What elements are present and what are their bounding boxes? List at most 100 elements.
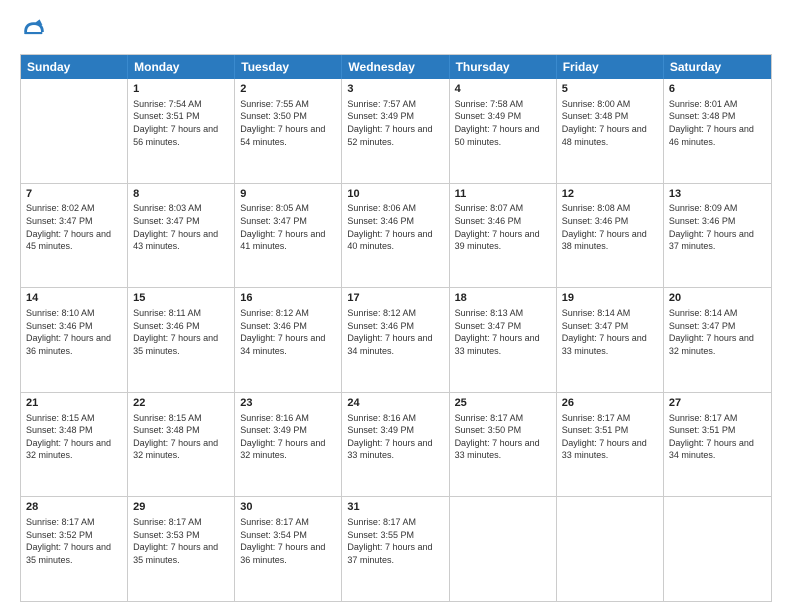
day-number: 30 — [240, 500, 336, 515]
calendar-header-cell: Friday — [557, 55, 664, 79]
cell-info: Sunrise: 8:15 AM Sunset: 3:48 PM Dayligh… — [26, 412, 122, 462]
calendar-cell: 21Sunrise: 8:15 AM Sunset: 3:48 PM Dayli… — [21, 393, 128, 497]
cell-info: Sunrise: 8:17 AM Sunset: 3:50 PM Dayligh… — [455, 412, 551, 462]
day-number: 24 — [347, 396, 443, 411]
cell-info: Sunrise: 8:01 AM Sunset: 3:48 PM Dayligh… — [669, 98, 766, 148]
cell-info: Sunrise: 8:14 AM Sunset: 3:47 PM Dayligh… — [669, 307, 766, 357]
cell-info: Sunrise: 8:16 AM Sunset: 3:49 PM Dayligh… — [347, 412, 443, 462]
day-number: 12 — [562, 187, 658, 202]
calendar-cell: 9Sunrise: 8:05 AM Sunset: 3:47 PM Daylig… — [235, 184, 342, 288]
day-number: 2 — [240, 82, 336, 97]
cell-info: Sunrise: 8:17 AM Sunset: 3:51 PM Dayligh… — [562, 412, 658, 462]
calendar-cell: 25Sunrise: 8:17 AM Sunset: 3:50 PM Dayli… — [450, 393, 557, 497]
day-number: 6 — [669, 82, 766, 97]
calendar-cell: 11Sunrise: 8:07 AM Sunset: 3:46 PM Dayli… — [450, 184, 557, 288]
day-number: 29 — [133, 500, 229, 515]
calendar-cell: 14Sunrise: 8:10 AM Sunset: 3:46 PM Dayli… — [21, 288, 128, 392]
day-number: 26 — [562, 396, 658, 411]
calendar-cell: 6Sunrise: 8:01 AM Sunset: 3:48 PM Daylig… — [664, 79, 771, 183]
day-number: 27 — [669, 396, 766, 411]
cell-info: Sunrise: 8:17 AM Sunset: 3:55 PM Dayligh… — [347, 516, 443, 566]
cell-info: Sunrise: 8:06 AM Sunset: 3:46 PM Dayligh… — [347, 202, 443, 252]
calendar-cell: 17Sunrise: 8:12 AM Sunset: 3:46 PM Dayli… — [342, 288, 449, 392]
calendar-cell: 7Sunrise: 8:02 AM Sunset: 3:47 PM Daylig… — [21, 184, 128, 288]
cell-info: Sunrise: 8:02 AM Sunset: 3:47 PM Dayligh… — [26, 202, 122, 252]
cell-info: Sunrise: 8:03 AM Sunset: 3:47 PM Dayligh… — [133, 202, 229, 252]
cell-info: Sunrise: 8:12 AM Sunset: 3:46 PM Dayligh… — [347, 307, 443, 357]
calendar-cell: 18Sunrise: 8:13 AM Sunset: 3:47 PM Dayli… — [450, 288, 557, 392]
cell-info: Sunrise: 8:14 AM Sunset: 3:47 PM Dayligh… — [562, 307, 658, 357]
calendar-cell: 20Sunrise: 8:14 AM Sunset: 3:47 PM Dayli… — [664, 288, 771, 392]
calendar-cell: 2Sunrise: 7:55 AM Sunset: 3:50 PM Daylig… — [235, 79, 342, 183]
logo — [20, 18, 52, 46]
cell-info: Sunrise: 7:58 AM Sunset: 3:49 PM Dayligh… — [455, 98, 551, 148]
calendar-body: 1Sunrise: 7:54 AM Sunset: 3:51 PM Daylig… — [21, 79, 771, 601]
day-number: 14 — [26, 291, 122, 306]
cell-info: Sunrise: 8:16 AM Sunset: 3:49 PM Dayligh… — [240, 412, 336, 462]
day-number: 3 — [347, 82, 443, 97]
day-number: 18 — [455, 291, 551, 306]
calendar-cell: 26Sunrise: 8:17 AM Sunset: 3:51 PM Dayli… — [557, 393, 664, 497]
calendar-header-cell: Sunday — [21, 55, 128, 79]
calendar-cell: 5Sunrise: 8:00 AM Sunset: 3:48 PM Daylig… — [557, 79, 664, 183]
calendar-cell: 30Sunrise: 8:17 AM Sunset: 3:54 PM Dayli… — [235, 497, 342, 601]
calendar-header-cell: Saturday — [664, 55, 771, 79]
calendar-cell: 23Sunrise: 8:16 AM Sunset: 3:49 PM Dayli… — [235, 393, 342, 497]
day-number: 5 — [562, 82, 658, 97]
day-number: 10 — [347, 187, 443, 202]
calendar-cell: 29Sunrise: 8:17 AM Sunset: 3:53 PM Dayli… — [128, 497, 235, 601]
calendar-cell: 10Sunrise: 8:06 AM Sunset: 3:46 PM Dayli… — [342, 184, 449, 288]
day-number: 1 — [133, 82, 229, 97]
cell-info: Sunrise: 7:55 AM Sunset: 3:50 PM Dayligh… — [240, 98, 336, 148]
cell-info: Sunrise: 7:54 AM Sunset: 3:51 PM Dayligh… — [133, 98, 229, 148]
cell-info: Sunrise: 8:17 AM Sunset: 3:54 PM Dayligh… — [240, 516, 336, 566]
day-number: 9 — [240, 187, 336, 202]
day-number: 23 — [240, 396, 336, 411]
day-number: 11 — [455, 187, 551, 202]
day-number: 28 — [26, 500, 122, 515]
day-number: 4 — [455, 82, 551, 97]
cell-info: Sunrise: 8:07 AM Sunset: 3:46 PM Dayligh… — [455, 202, 551, 252]
day-number: 20 — [669, 291, 766, 306]
calendar-row: 7Sunrise: 8:02 AM Sunset: 3:47 PM Daylig… — [21, 184, 771, 289]
cell-info: Sunrise: 8:17 AM Sunset: 3:53 PM Dayligh… — [133, 516, 229, 566]
cell-info: Sunrise: 8:17 AM Sunset: 3:52 PM Dayligh… — [26, 516, 122, 566]
calendar-row: 21Sunrise: 8:15 AM Sunset: 3:48 PM Dayli… — [21, 393, 771, 498]
calendar-cell — [557, 497, 664, 601]
calendar-row: 28Sunrise: 8:17 AM Sunset: 3:52 PM Dayli… — [21, 497, 771, 601]
day-number: 13 — [669, 187, 766, 202]
cell-info: Sunrise: 8:09 AM Sunset: 3:46 PM Dayligh… — [669, 202, 766, 252]
page: SundayMondayTuesdayWednesdayThursdayFrid… — [0, 0, 792, 612]
cell-info: Sunrise: 8:12 AM Sunset: 3:46 PM Dayligh… — [240, 307, 336, 357]
header — [20, 18, 772, 46]
calendar-cell: 1Sunrise: 7:54 AM Sunset: 3:51 PM Daylig… — [128, 79, 235, 183]
calendar-cell: 3Sunrise: 7:57 AM Sunset: 3:49 PM Daylig… — [342, 79, 449, 183]
day-number: 22 — [133, 396, 229, 411]
calendar-cell: 19Sunrise: 8:14 AM Sunset: 3:47 PM Dayli… — [557, 288, 664, 392]
calendar-header-row: SundayMondayTuesdayWednesdayThursdayFrid… — [21, 55, 771, 79]
calendar-row: 1Sunrise: 7:54 AM Sunset: 3:51 PM Daylig… — [21, 79, 771, 184]
day-number: 15 — [133, 291, 229, 306]
day-number: 17 — [347, 291, 443, 306]
calendar-cell — [450, 497, 557, 601]
calendar-cell: 8Sunrise: 8:03 AM Sunset: 3:47 PM Daylig… — [128, 184, 235, 288]
calendar-header-cell: Wednesday — [342, 55, 449, 79]
calendar-cell: 15Sunrise: 8:11 AM Sunset: 3:46 PM Dayli… — [128, 288, 235, 392]
calendar-cell: 24Sunrise: 8:16 AM Sunset: 3:49 PM Dayli… — [342, 393, 449, 497]
calendar-cell: 4Sunrise: 7:58 AM Sunset: 3:49 PM Daylig… — [450, 79, 557, 183]
calendar-cell — [664, 497, 771, 601]
calendar-cell: 28Sunrise: 8:17 AM Sunset: 3:52 PM Dayli… — [21, 497, 128, 601]
cell-info: Sunrise: 8:11 AM Sunset: 3:46 PM Dayligh… — [133, 307, 229, 357]
day-number: 7 — [26, 187, 122, 202]
calendar-cell — [21, 79, 128, 183]
day-number: 16 — [240, 291, 336, 306]
calendar-cell: 13Sunrise: 8:09 AM Sunset: 3:46 PM Dayli… — [664, 184, 771, 288]
calendar-cell: 31Sunrise: 8:17 AM Sunset: 3:55 PM Dayli… — [342, 497, 449, 601]
day-number: 31 — [347, 500, 443, 515]
day-number: 19 — [562, 291, 658, 306]
cell-info: Sunrise: 8:17 AM Sunset: 3:51 PM Dayligh… — [669, 412, 766, 462]
calendar-header-cell: Tuesday — [235, 55, 342, 79]
calendar-cell: 16Sunrise: 8:12 AM Sunset: 3:46 PM Dayli… — [235, 288, 342, 392]
cell-info: Sunrise: 8:15 AM Sunset: 3:48 PM Dayligh… — [133, 412, 229, 462]
logo-icon — [20, 18, 48, 46]
